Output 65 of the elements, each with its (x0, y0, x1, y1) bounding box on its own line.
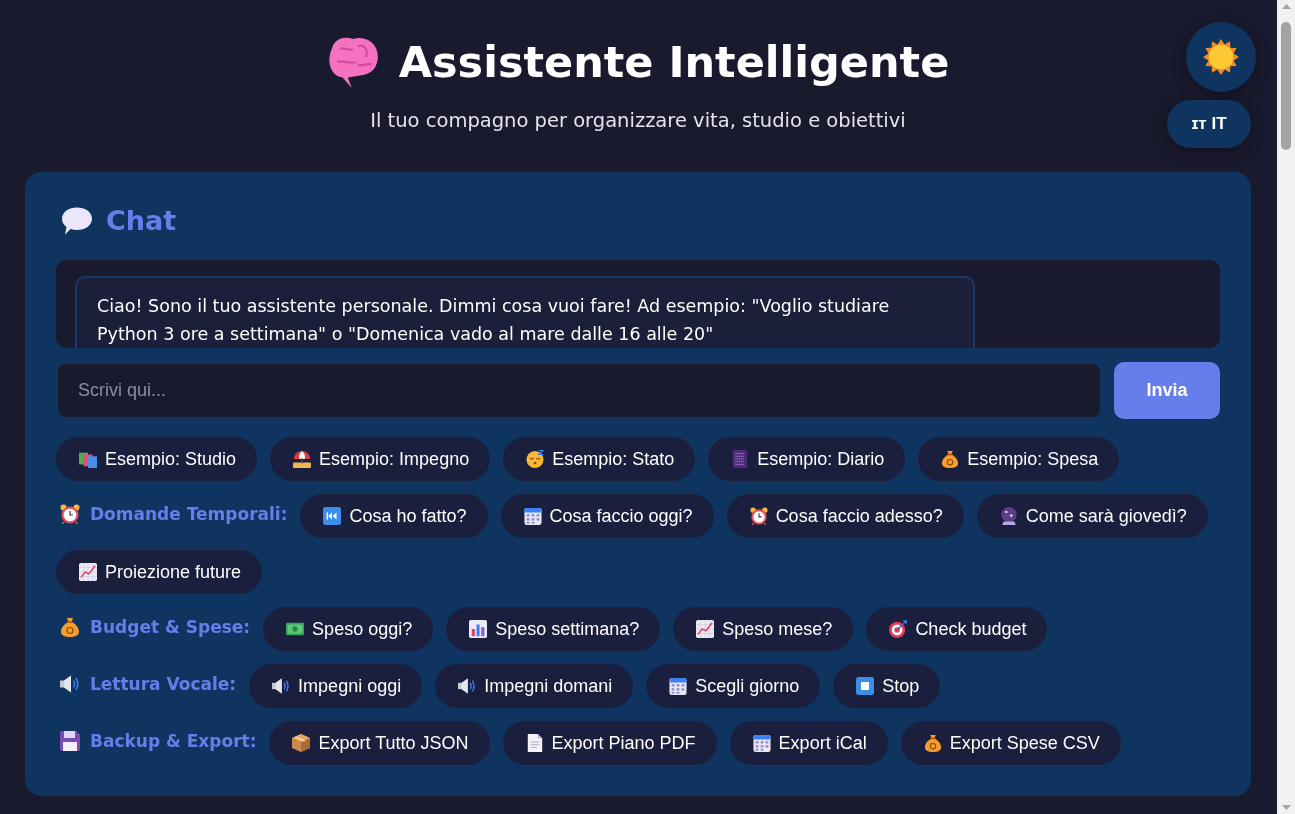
suggestion-button[interactable]: Come sarà giovedì? (976, 494, 1208, 538)
money-bag-icon (923, 734, 942, 752)
stop-icon (856, 677, 875, 695)
section-label: Backup & Export: (90, 731, 257, 751)
suggestion-button[interactable]: Stop (833, 664, 941, 708)
suggestion-button[interactable]: Impegni domani (435, 664, 634, 708)
suggestion-button[interactable]: Speso oggi? (263, 607, 434, 651)
calendar-icon (523, 507, 542, 525)
suggestion-button[interactable]: Esempio: Diario (708, 437, 906, 481)
target-icon (889, 620, 908, 638)
suggestion-button[interactable]: Impegni oggi (249, 664, 423, 708)
calendar-icon (669, 677, 688, 695)
beach-umbrella-icon (293, 450, 312, 468)
bar-chart-icon (469, 620, 488, 638)
suggestion-button[interactable]: Export Tutto JSON (269, 721, 490, 765)
chat-title: Chat (106, 204, 177, 238)
section-label: Lettura Vocale: (90, 674, 237, 694)
scrollbar[interactable] (1277, 0, 1295, 814)
money-bag-icon (60, 617, 80, 637)
sleeping-face-icon (526, 450, 545, 468)
suggestion-button[interactable]: Export Spese CSV (900, 721, 1121, 765)
rewind-icon (323, 507, 342, 525)
suggestion-button[interactable]: Export Piano PDF (502, 721, 717, 765)
scroll-up-arrow-icon[interactable] (1281, 4, 1291, 9)
suggestion-button[interactable]: Check budget (866, 607, 1048, 651)
assistant-message: Ciao! Sono il tuo assistente personale. Dimmi cosa vuoi fare! Ad esempio: "Voglio studiare Python 3 ore a settimana" o "Domenica vado al mare dalle 16 alle 20" (75, 276, 975, 348)
document-icon (525, 734, 544, 752)
alarm-clock-icon (749, 507, 768, 525)
speaker-icon (272, 677, 291, 695)
scroll-down-arrow-icon[interactable] (1281, 805, 1291, 810)
notebook-icon (731, 450, 750, 468)
send-button[interactable]: Invia (1114, 362, 1220, 419)
brain-icon (326, 36, 379, 88)
suggestion-button[interactable]: Scegli giorno (646, 664, 821, 708)
books-icon (79, 450, 97, 468)
calendar-icon (752, 734, 771, 752)
package-icon (292, 734, 311, 752)
chart-increasing-icon (696, 620, 715, 638)
suggestion-button[interactable]: Cosa ho fatto? (300, 494, 488, 538)
suggestion-button[interactable]: Speso mese? (673, 607, 854, 651)
suggestion-button[interactable]: Esempio: Stato (503, 437, 696, 481)
suggestion-button[interactable]: Esempio: Spesa (918, 437, 1120, 481)
speaker-icon (60, 674, 80, 694)
chart-increasing-icon (79, 563, 97, 581)
language-button[interactable]: ɪᴛ IT (1167, 100, 1251, 148)
section-label: Domande Temporali: (90, 504, 288, 524)
money-bag-icon (941, 450, 960, 468)
suggestion-button[interactable]: Esempio: Studio (56, 437, 258, 481)
suggestion-button[interactable]: Export iCal (729, 721, 888, 765)
banknote-icon (286, 620, 305, 638)
suggestion-button[interactable]: Proiezione future (56, 550, 263, 594)
app-subtitle: Il tuo compagno per organizzare vita, studio e obiettivi (370, 109, 906, 133)
suggestion-button[interactable]: Speso settimana? (446, 607, 661, 651)
message-input[interactable]: Scrivi qui... (58, 364, 1100, 417)
speaker-icon (458, 677, 477, 695)
scrollbar-thumb[interactable] (1281, 22, 1291, 150)
app-title: Assistente Intelligente (398, 36, 950, 89)
sun-icon (1203, 39, 1239, 75)
speech-bubble-icon (62, 206, 92, 236)
crystal-ball-icon (999, 507, 1018, 525)
alarm-clock-icon (60, 504, 80, 524)
suggestion-button[interactable]: Esempio: Impegno (270, 437, 491, 481)
suggestion-button[interactable]: Cosa faccio adesso? (726, 494, 964, 538)
section-label: Budget & Spese: (90, 617, 251, 637)
suggestion-button[interactable]: Cosa faccio oggi? (500, 494, 714, 538)
